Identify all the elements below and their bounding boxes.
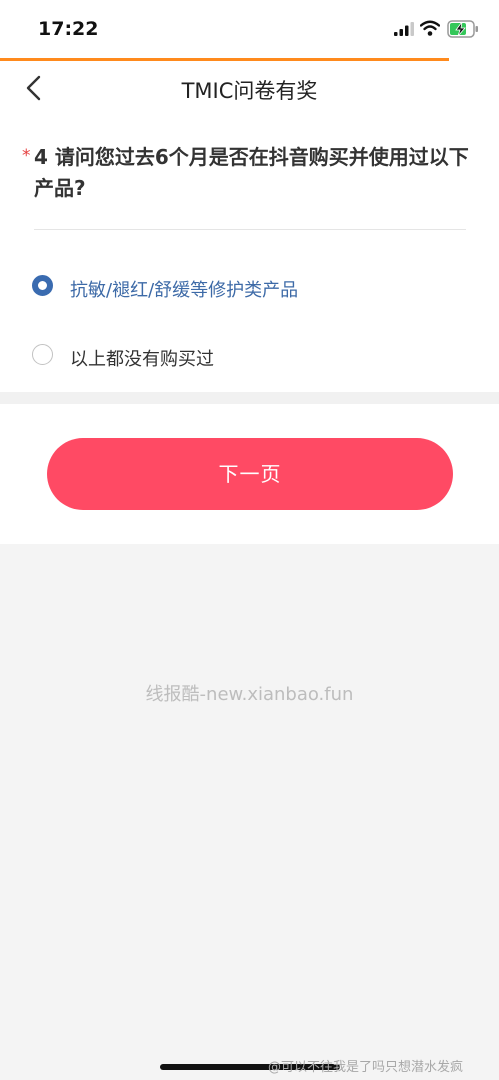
- wifi-icon: [420, 20, 440, 36]
- divider: [34, 229, 466, 230]
- required-mark: *: [22, 146, 31, 166]
- battery-charging-icon: [447, 20, 478, 38]
- section-separator: [0, 392, 499, 404]
- signal-icon: [394, 22, 414, 36]
- radio-unselected-icon[interactable]: [32, 344, 53, 365]
- button-area: 下一页: [0, 404, 499, 544]
- question-text: 4 请问您过去6个月是否在抖音购买并使用过以下产品?: [34, 145, 469, 200]
- option-item[interactable]: 抗敏/褪红/舒缓等修护类产品: [32, 270, 452, 306]
- credit-watermark: @可以不往我是了吗只想潜水发疯: [268, 1060, 464, 1075]
- page-title: TMIC问卷有奖: [181, 79, 318, 103]
- option-item[interactable]: 以上都没有购买过: [32, 339, 452, 375]
- status-time: 17:22: [38, 18, 99, 40]
- nav-bar: TMIC问卷有奖: [0, 61, 499, 117]
- status-bar: 17:22: [0, 0, 499, 58]
- next-page-button[interactable]: 下一页: [47, 438, 453, 510]
- radio-selected-icon[interactable]: [32, 275, 53, 296]
- option-label: 以上都没有购买过: [70, 349, 214, 370]
- option-label: 抗敏/褪红/舒缓等修护类产品: [70, 280, 299, 301]
- watermark: 线报酷-new.xianbao.fun: [145, 684, 354, 705]
